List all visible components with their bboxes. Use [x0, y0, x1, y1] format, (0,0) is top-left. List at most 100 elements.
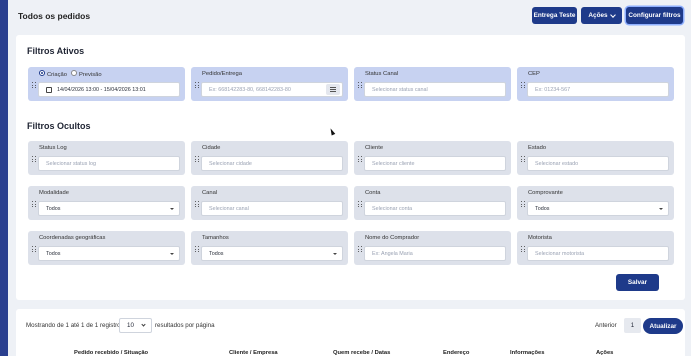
acoes-button[interactable]: Ações [581, 7, 622, 24]
hidden-filters-title: Filtros Ocultos [27, 121, 91, 131]
status-canal-select[interactable]: Selecionar status canal [364, 82, 506, 97]
cep-placeholder: Ex: 01234-567 [535, 86, 571, 93]
per-page-suffix: resultados por página [155, 322, 215, 329]
table-header-quem-recebe[interactable]: Quem recebe / Datas [333, 350, 390, 356]
coordenadas-value: Todos [46, 250, 61, 257]
filter-card-status-log: Status Log Selecionar status log [28, 141, 185, 175]
filter-card-date: Criação Previsão 14/04/2026 13:00 - 15/0… [28, 67, 185, 101]
page-title: Todos os pedidos [18, 11, 91, 21]
entrega-teste-button[interactable]: Entrega Teste [532, 7, 577, 24]
previous-page-button[interactable]: Anterior [595, 322, 617, 329]
drag-handle-icon[interactable] [195, 156, 199, 163]
radio-checked-icon [39, 70, 45, 76]
chevron-down-icon [609, 11, 616, 18]
filter-card-conta: Conta Selecionar conta [354, 186, 511, 220]
drag-handle-icon[interactable] [32, 82, 36, 89]
table-header-acoes[interactable]: Ações [596, 350, 613, 356]
drag-handle-icon[interactable] [32, 201, 36, 208]
save-button[interactable]: Salvar [616, 274, 659, 291]
status-canal-placeholder: Selecionar status canal [372, 86, 428, 93]
filter-card-canal: Canal Selecionar canal [191, 186, 348, 220]
configurar-filtros-button[interactable]: Configurar filtros [626, 7, 683, 24]
calendar-icon [46, 86, 52, 93]
canal-select[interactable]: Selecionar canal [201, 201, 343, 216]
caret-down-icon [170, 208, 174, 210]
pedido-label: Pedido/Entrega [202, 71, 242, 77]
filter-card-cep: CEP Ex: 01234-567 [517, 67, 674, 101]
list-icon[interactable] [326, 84, 340, 95]
estado-placeholder: Selecionar estado [535, 160, 579, 167]
motorista-select[interactable]: Selecionar motorista [527, 246, 669, 261]
table-header-cliente[interactable]: Cliente / Empresa [229, 350, 278, 356]
filter-card-pedido: Pedido/Entrega Ex: 668142283-80, 6681422… [191, 67, 348, 101]
drag-handle-icon[interactable] [521, 82, 525, 89]
comprovante-select[interactable]: Todos [527, 201, 669, 216]
conta-label: Conta [365, 190, 381, 196]
drag-handle-icon[interactable] [358, 246, 362, 253]
entrega-teste-label: Entrega Teste [533, 12, 576, 19]
date-range-input[interactable]: 14/04/2026 13:00 - 15/04/2026 13:01 [38, 82, 180, 97]
cidade-label: Cidade [202, 145, 221, 151]
drag-handle-icon[interactable] [358, 82, 362, 89]
drag-handle-icon[interactable] [358, 156, 362, 163]
filter-card-status-canal: Status Canal Selecionar status canal [354, 67, 511, 101]
left-sidebar-strip [0, 0, 8, 356]
filter-card-comprovante: Comprovante Todos [517, 186, 674, 220]
comprador-input[interactable]: Ex: Angela Maria [364, 246, 506, 261]
caret-down-icon [170, 253, 174, 255]
radio-unchecked-icon [70, 70, 77, 76]
drag-handle-icon[interactable] [195, 246, 199, 253]
motorista-label: Motorista [528, 235, 552, 241]
tamanhos-label: Tamanhos [202, 235, 229, 241]
conta-select[interactable]: Selecionar conta [364, 201, 506, 216]
atualizar-button[interactable]: Atualizar [643, 318, 683, 334]
drag-handle-icon[interactable] [195, 82, 199, 89]
filters-panel: Filtros Ativos Criação Previsão 14/04/20… [16, 35, 685, 300]
drag-handle-icon[interactable] [521, 156, 525, 163]
radio-previsao-label: Previsão [78, 72, 102, 78]
filter-card-cliente: Cliente Selecionar cliente [354, 141, 511, 175]
coordenadas-label: Coordenadas geográficas [39, 235, 106, 241]
page-number-button[interactable]: 1 [624, 318, 641, 333]
filter-card-tamanhos: Tamanhos Todos [191, 231, 348, 265]
per-page-select[interactable]: 10 [119, 318, 152, 333]
table-header-informacoes[interactable]: Informações [510, 350, 544, 356]
configurar-filtros-label: Configurar filtros [628, 12, 681, 19]
per-page-value: 10 [127, 322, 134, 329]
drag-handle-icon[interactable] [521, 201, 525, 208]
drag-handle-icon[interactable] [32, 246, 36, 253]
cep-input[interactable]: Ex: 01234-567 [527, 82, 669, 97]
drag-handle-icon[interactable] [195, 201, 199, 208]
results-panel [16, 309, 685, 356]
comprador-label: Nome do Comprador [365, 235, 420, 241]
comprovante-label: Comprovante [528, 190, 563, 196]
radio-criacao[interactable]: Criação [39, 70, 67, 78]
drag-handle-icon[interactable] [358, 201, 362, 208]
active-filters-title: Filtros Ativos [27, 46, 85, 56]
cidade-select[interactable]: Selecionar cidade [201, 156, 343, 171]
status-log-label: Status Log [39, 145, 67, 151]
table-header-pedido[interactable]: Pedido recebido / Situação [74, 350, 148, 356]
cliente-select[interactable]: Selecionar cliente [364, 156, 506, 171]
status-canal-label: Status Canal [365, 71, 399, 77]
status-log-select[interactable]: Selecionar status log [38, 156, 180, 171]
caret-down-icon [659, 208, 663, 210]
acoes-label: Ações [588, 12, 608, 19]
filter-card-estado: Estado Selecionar estado [517, 141, 674, 175]
radio-previsao[interactable]: Previsão [70, 70, 102, 78]
drag-handle-icon[interactable] [32, 156, 36, 163]
modalidade-value: Todos [46, 205, 61, 212]
modalidade-select[interactable]: Todos [38, 201, 180, 216]
date-type-radios: Criação Previsão [39, 70, 102, 78]
motorista-placeholder: Selecionar motorista [535, 250, 585, 257]
tamanhos-select[interactable]: Todos [201, 246, 343, 261]
pedido-input[interactable]: Ex: 668142283-80, 668142283-80 [201, 82, 343, 97]
canal-label: Canal [202, 190, 218, 196]
estado-select[interactable]: Selecionar estado [527, 156, 669, 171]
table-header-endereco[interactable]: Endereço [443, 350, 469, 356]
cliente-label: Cliente [365, 145, 384, 151]
status-log-placeholder: Selecionar status log [46, 160, 97, 167]
estado-label: Estado [528, 145, 547, 151]
coordenadas-select[interactable]: Todos [38, 246, 180, 261]
drag-handle-icon[interactable] [521, 246, 525, 253]
